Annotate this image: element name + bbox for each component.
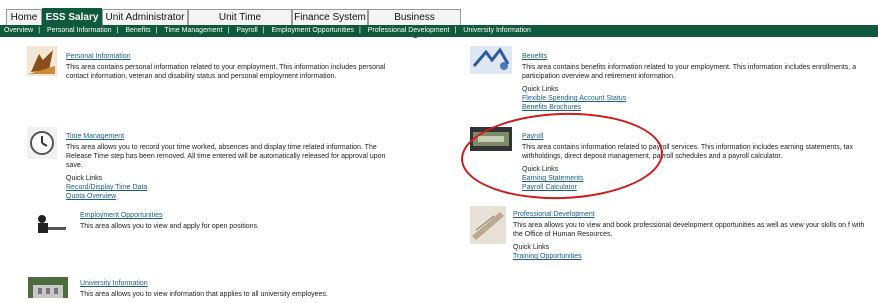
tab-label: Finance System <box>294 12 366 23</box>
subnav-separator: | <box>38 27 41 34</box>
employment-opportunities-section: Employment Opportunities This area allow… <box>80 211 410 231</box>
benefits-section: Benefits This area contains benefits inf… <box>522 52 876 112</box>
personal-information-thumbnail <box>27 46 57 76</box>
tab-label: Unit Administrator <box>105 12 185 23</box>
training-opportunities-link[interactable]: Training Opportunities <box>513 252 876 261</box>
employment-opportunities-thumbnail <box>32 211 68 235</box>
tab-finance-system[interactable]: Finance System <box>292 9 368 25</box>
time-management-desc: This area allows you to record your time… <box>66 144 386 169</box>
tab-unit-time-administrator[interactable]: Unit Time Administrator <box>188 9 292 39</box>
quota-overview-link[interactable]: Quota Overview <box>66 192 396 201</box>
subnav-separator: | <box>454 27 457 34</box>
university-information-thumbnail <box>28 277 68 298</box>
time-management-link[interactable]: Time Management <box>66 132 396 141</box>
professional-development-section: Professional Development This area allow… <box>513 210 876 261</box>
benefits-thumbnail <box>470 46 512 74</box>
time-management-section: Time Management This area allows you to … <box>66 132 396 201</box>
subnav-separator: | <box>155 27 158 34</box>
professional-development-link[interactable]: Professional Development <box>513 210 876 219</box>
sub-navigation: Overview | Personal Information | Benefits… <box>0 25 878 37</box>
subnav-time-management[interactable]: Time Management <box>164 25 222 37</box>
tab-home[interactable]: Home <box>6 9 42 25</box>
subnav-separator: | <box>116 27 119 34</box>
tab-unit-administrator[interactable]: Unit Administrator <box>102 9 188 25</box>
tab-ess-salary[interactable]: ESS Salary <box>42 8 102 26</box>
profdev-quick-links-label: Quick Links <box>513 244 550 251</box>
benefits-desc: This area contains benefits information … <box>522 64 857 80</box>
benefits-link[interactable]: Benefits <box>522 52 876 61</box>
benefits-brochures-link[interactable]: Benefits Brochures <box>522 103 876 112</box>
subnav-employment-opportunities[interactable]: Employment Opportunities <box>272 25 354 37</box>
personal-information-desc: This area contains personal information … <box>66 64 386 80</box>
subnav-payroll[interactable]: Payroll <box>236 25 257 37</box>
employment-opportunities-link[interactable]: Employment Opportunities <box>80 211 410 220</box>
subnav-overview[interactable]: Overview <box>4 25 33 37</box>
professional-development-thumbnail <box>470 206 506 244</box>
personal-information-section: Personal Information This area contains … <box>66 52 396 81</box>
top-tab-bar: Home ESS Salary Unit Administrator Unit … <box>0 0 878 39</box>
time-quick-links-label: Quick Links <box>66 175 103 182</box>
tab-label: ESS Salary <box>45 12 99 23</box>
professional-development-desc: This area allows you to view and book pr… <box>513 222 865 238</box>
subnav-separator: | <box>358 27 361 34</box>
flexible-spending-link[interactable]: Flexible Spending Account Status <box>522 94 876 103</box>
university-information-link[interactable]: University Information <box>80 279 410 288</box>
tab-label: Home <box>10 12 38 23</box>
subnav-separator: | <box>227 27 230 34</box>
employment-opportunities-desc: This area allows you to view and apply f… <box>80 223 259 230</box>
university-information-section: University Information This area allows … <box>80 279 410 299</box>
time-management-thumbnail <box>27 127 57 159</box>
tab-business-intelligence[interactable]: Business Intelligence <box>368 9 461 39</box>
record-display-time-link[interactable]: Record/Display Time Data <box>66 183 396 192</box>
benefits-quick-links-label: Quick Links <box>522 86 559 93</box>
subnav-university-information[interactable]: University Information <box>463 25 531 37</box>
subnav-benefits[interactable]: Benefits <box>125 25 150 37</box>
subnav-professional-development[interactable]: Professional Development <box>368 25 450 37</box>
personal-information-link[interactable]: Personal Information <box>66 52 396 61</box>
subnav-personal-information[interactable]: Personal Information <box>47 25 112 37</box>
subnav-separator: | <box>262 27 265 34</box>
